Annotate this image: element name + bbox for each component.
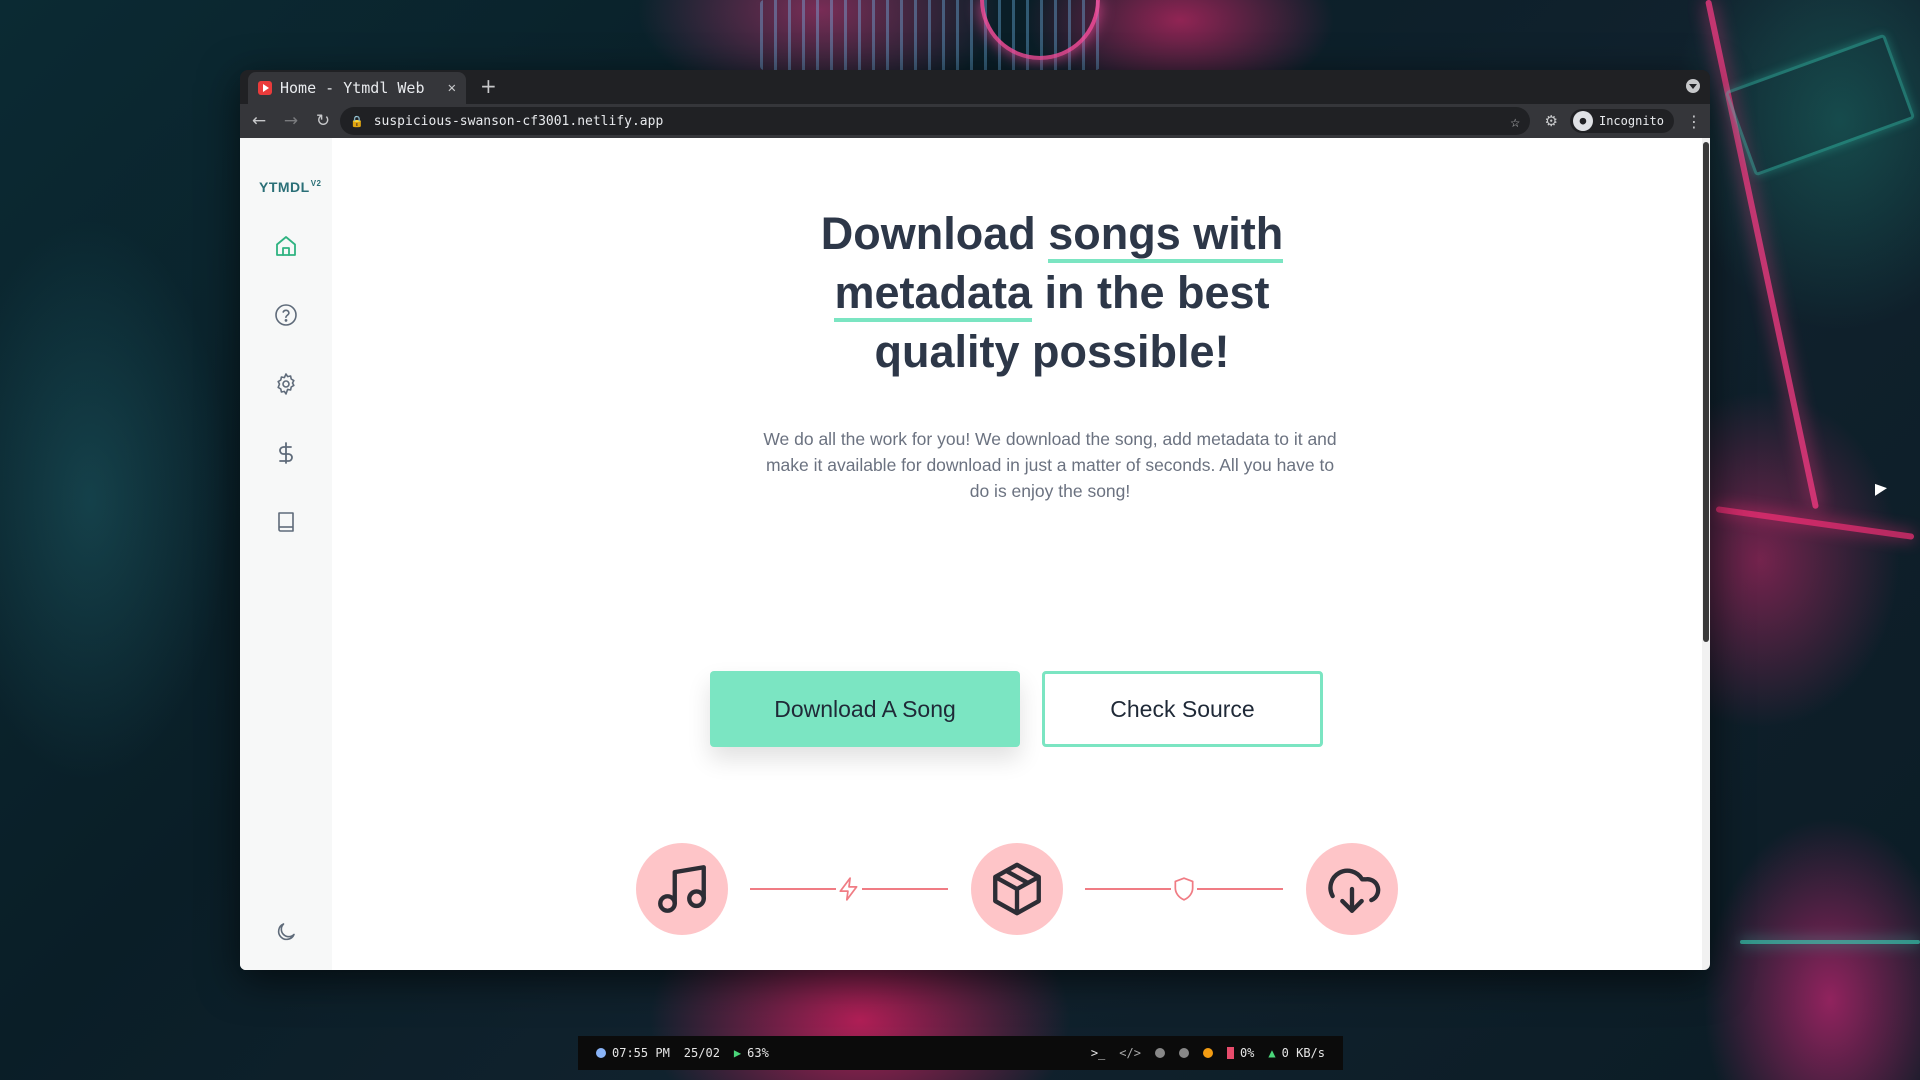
dollar-icon [279,442,293,464]
wifi-icon: ▲ [1268,1046,1276,1060]
battery-icon [1226,1047,1234,1059]
address-bar[interactable]: 🔒 suspicious-swanson-cf3001.netlify.app … [340,107,1530,135]
shield-icon [1174,877,1194,901]
chrome-icon[interactable] [1154,1048,1165,1058]
title-highlight: songs with [1048,208,1284,263]
back-icon[interactable]: ← [248,111,270,131]
page-content: YTMDLV2 Download songs with metadata in t… [240,138,1702,970]
discord-icon[interactable] [1178,1048,1189,1058]
battery: 0% [1226,1046,1254,1060]
browser-tab[interactable]: Home - Ytmdl Web ✕ [248,72,466,104]
book-icon [278,512,294,532]
help-circle-icon [275,304,297,326]
zap-icon [839,877,858,901]
box-icon [993,862,1041,916]
terminal-icon[interactable]: >_ [1091,1046,1105,1060]
forward-icon[interactable]: → [280,111,302,131]
check-source-button[interactable]: Check Source [1042,671,1323,747]
neon-light-decoration [1715,506,1915,540]
sidebar-item-help[interactable] [274,303,298,327]
incognito-icon: ● [1572,111,1593,131]
extensions-icon[interactable]: ⚙ [1545,112,1558,130]
scrollbar-thumb[interactable] [1703,142,1709,642]
code-icon[interactable]: </> [1119,1046,1141,1060]
gear-icon [277,373,295,395]
neon-sign-decoration [1724,33,1916,177]
music-icon [658,865,706,913]
network: ▲ 0 KB/s [1268,1046,1325,1060]
connector-badge [836,876,862,902]
hero-description: We do all the work for you! We download … [763,429,1337,501]
browser-window: Home - Ytmdl Web ✕ + ← → ↻ 🔒 suspicious-… [240,70,1710,970]
volume-icon: ▶ [733,1046,742,1060]
moon-icon [277,923,295,941]
incognito-label: Incognito [1598,114,1664,128]
volume[interactable]: ▶ 63% [734,1046,769,1060]
package-step [971,843,1063,935]
sidebar: YTMDLV2 [240,138,332,970]
title-highlight: metadata [834,267,1033,322]
tab-search-icon[interactable] [1686,79,1700,93]
sidebar-item-docs[interactable] [274,510,298,534]
music-step [636,843,728,935]
firefox-icon[interactable] [1202,1048,1213,1058]
sidebar-item-donate[interactable] [274,441,298,465]
tab-title: Home - Ytmdl Web [280,79,425,97]
clock: 07:55 PM 25/02 [596,1046,720,1060]
tab-strip: Home - Ytmdl Web ✕ + [240,70,1710,104]
cloud-download-icon [1328,868,1381,913]
sidebar-item-home[interactable] [274,234,298,258]
hero-title: Download songs with metadata in the best … [820,208,1284,377]
bookmark-star-icon[interactable]: ☆ [1510,112,1520,131]
browser-menu-icon[interactable]: ⋮ [1686,112,1702,131]
sidebar-item-settings[interactable] [274,372,298,396]
mouse-cursor-icon [1875,483,1887,501]
download-song-button[interactable]: Download A Song [710,671,1020,747]
lock-icon: 🔒 [350,114,364,128]
app-logo[interactable]: YTMDLV2 [259,179,322,195]
toolbar-right: ⚙ ● Incognito ⋮ [1545,109,1702,133]
download-step [1306,843,1398,935]
theme-toggle[interactable] [274,920,298,944]
connector-badge [1171,876,1197,902]
close-tab-icon[interactable]: ✕ [448,80,456,96]
incognito-badge[interactable]: ● Incognito [1569,109,1674,133]
browser-toolbar: ← → ↻ 🔒 suspicious-swanson-cf3001.netlif… [240,104,1710,138]
reload-icon[interactable]: ↻ [312,111,334,131]
system-taskbar: 07:55 PM 25/02 ▶ 63% >_ </> 0% ▲ 0 KB/s [578,1036,1343,1070]
new-tab-button[interactable]: + [480,74,497,98]
url-text: suspicious-swanson-cf3001.netlify.app [373,113,664,129]
clock-icon [596,1048,606,1058]
home-icon [276,236,296,256]
youtube-favicon-icon [258,81,272,95]
page-scrollbar[interactable] [1702,138,1710,970]
neon-light-decoration [1740,940,1920,944]
